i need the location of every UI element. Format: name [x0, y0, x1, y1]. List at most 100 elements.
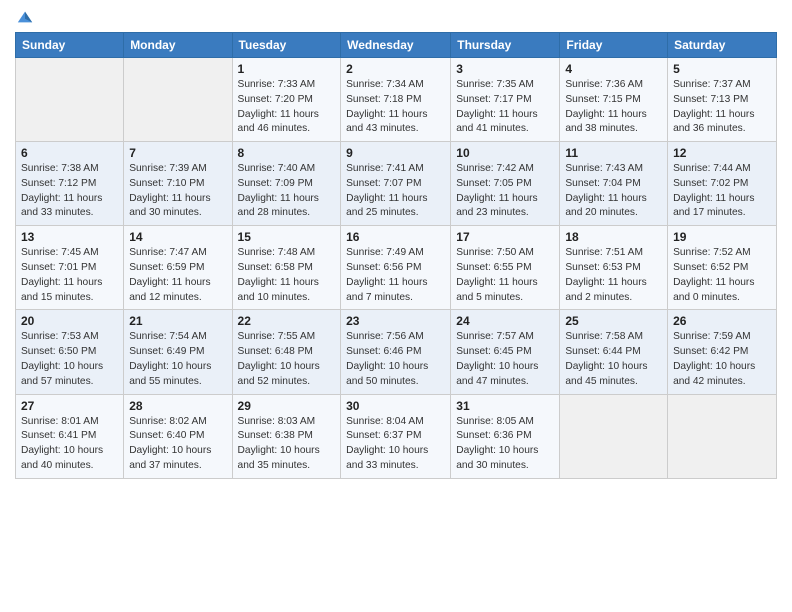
day-info: Sunrise: 7:44 AM Sunset: 7:02 PM Dayligh… [673, 162, 771, 221]
day-info: Sunrise: 7:33 AM Sunset: 7:20 PM Dayligh… [238, 78, 336, 137]
day-number: 18 [565, 230, 662, 244]
day-number: 2 [346, 62, 445, 76]
calendar-cell: 24 Sunrise: 7:57 AM Sunset: 6:45 PM Dayli… [451, 310, 560, 394]
calendar-body: 1 Sunrise: 7:33 AM Sunset: 7:20 PM Daylig… [16, 58, 777, 479]
calendar-table: SundayMondayTuesdayWednesdayThursdayFrid… [15, 32, 777, 479]
day-info: Sunrise: 7:40 AM Sunset: 7:09 PM Dayligh… [238, 162, 336, 221]
calendar-cell: 8Sunrise: 7:40 AM Sunset: 7:09 PM Daylig… [232, 142, 341, 226]
calendar-cell: 31 Sunrise: 8:05 AM Sunset: 6:36 PM Dayli… [451, 394, 560, 478]
calendar-cell: 16Sunrise: 7:49 AM Sunset: 6:56 PM Dayli… [341, 226, 451, 310]
day-number: 30 [346, 399, 445, 413]
day-number: 21 [129, 314, 226, 328]
calendar-cell: 25Sunrise: 7:58 AM Sunset: 6:44 PM Dayli… [560, 310, 668, 394]
day-number: 15 [238, 230, 336, 244]
calendar-cell: 13 Sunrise: 7:45 AM Sunset: 7:01 PM Dayli… [16, 226, 124, 310]
calendar-cell: 27 Sunrise: 8:01 AM Sunset: 6:41 PM Dayli… [16, 394, 124, 478]
day-number: 19 [673, 230, 771, 244]
day-of-week-header: Thursday [451, 33, 560, 58]
calendar-cell: 28Sunrise: 8:02 AM Sunset: 6:40 PM Dayli… [124, 394, 232, 478]
calendar-cell: 18 Sunrise: 7:51 AM Sunset: 6:53 PM Dayli… [560, 226, 668, 310]
day-number: 24 [456, 314, 554, 328]
day-number: 23 [346, 314, 445, 328]
day-number: 28 [129, 399, 226, 413]
day-info: Sunrise: 7:50 AM Sunset: 6:55 PM Dayligh… [456, 246, 554, 305]
calendar-cell: 9 Sunrise: 7:41 AM Sunset: 7:07 PM Daylig… [341, 142, 451, 226]
day-info: Sunrise: 7:49 AM Sunset: 6:56 PM Dayligh… [346, 246, 445, 305]
day-info: Sunrise: 7:45 AM Sunset: 7:01 PM Dayligh… [21, 246, 118, 305]
day-info: Sunrise: 7:56 AM Sunset: 6:46 PM Dayligh… [346, 330, 445, 389]
calendar-cell: 23 Sunrise: 7:56 AM Sunset: 6:46 PM Dayli… [341, 310, 451, 394]
day-number: 9 [346, 146, 445, 160]
day-info: Sunrise: 7:59 AM Sunset: 6:42 PM Dayligh… [673, 330, 771, 389]
day-info: Sunrise: 7:52 AM Sunset: 6:52 PM Dayligh… [673, 246, 771, 305]
day-of-week-header: Monday [124, 33, 232, 58]
calendar-week-row: 20 Sunrise: 7:53 AM Sunset: 6:50 PM Dayli… [16, 310, 777, 394]
page: SundayMondayTuesdayWednesdayThursdayFrid… [0, 0, 792, 612]
day-info: Sunrise: 8:01 AM Sunset: 6:41 PM Dayligh… [21, 415, 118, 474]
day-info: Sunrise: 8:03 AM Sunset: 6:38 PM Dayligh… [238, 415, 336, 474]
day-of-week-header: Sunday [16, 33, 124, 58]
day-number: 14 [129, 230, 226, 244]
day-info: Sunrise: 7:36 AM Sunset: 7:15 PM Dayligh… [565, 78, 662, 137]
day-number: 29 [238, 399, 336, 413]
day-number: 11 [565, 146, 662, 160]
day-number: 22 [238, 314, 336, 328]
calendar-cell: 12 Sunrise: 7:44 AM Sunset: 7:02 PM Dayli… [668, 142, 777, 226]
day-number: 6 [21, 146, 118, 160]
day-of-week-header: Saturday [668, 33, 777, 58]
day-info: Sunrise: 7:43 AM Sunset: 7:04 PM Dayligh… [565, 162, 662, 221]
day-number: 25 [565, 314, 662, 328]
calendar-header: SundayMondayTuesdayWednesdayThursdayFrid… [16, 33, 777, 58]
day-info: Sunrise: 7:38 AM Sunset: 7:12 PM Dayligh… [21, 162, 118, 221]
day-number: 27 [21, 399, 118, 413]
day-number: 3 [456, 62, 554, 76]
calendar-week-row: 6 Sunrise: 7:38 AM Sunset: 7:12 PM Daylig… [16, 142, 777, 226]
calendar-cell: 22 Sunrise: 7:55 AM Sunset: 6:48 PM Dayli… [232, 310, 341, 394]
calendar-cell: 4 Sunrise: 7:36 AM Sunset: 7:15 PM Daylig… [560, 58, 668, 142]
calendar-cell [16, 58, 124, 142]
day-info: Sunrise: 7:51 AM Sunset: 6:53 PM Dayligh… [565, 246, 662, 305]
day-info: Sunrise: 7:41 AM Sunset: 7:07 PM Dayligh… [346, 162, 445, 221]
calendar-cell [668, 394, 777, 478]
day-info: Sunrise: 7:37 AM Sunset: 7:13 PM Dayligh… [673, 78, 771, 137]
calendar-cell: 2 Sunrise: 7:34 AM Sunset: 7:18 PM Daylig… [341, 58, 451, 142]
day-number: 10 [456, 146, 554, 160]
day-info: Sunrise: 7:55 AM Sunset: 6:48 PM Dayligh… [238, 330, 336, 389]
day-of-week-header: Friday [560, 33, 668, 58]
day-info: Sunrise: 7:39 AM Sunset: 7:10 PM Dayligh… [129, 162, 226, 221]
calendar-week-row: 13 Sunrise: 7:45 AM Sunset: 7:01 PM Dayli… [16, 226, 777, 310]
day-info: Sunrise: 7:47 AM Sunset: 6:59 PM Dayligh… [129, 246, 226, 305]
day-info: Sunrise: 7:57 AM Sunset: 6:45 PM Dayligh… [456, 330, 554, 389]
day-number: 5 [673, 62, 771, 76]
calendar-cell: 20 Sunrise: 7:53 AM Sunset: 6:50 PM Dayli… [16, 310, 124, 394]
day-info: Sunrise: 8:05 AM Sunset: 6:36 PM Dayligh… [456, 415, 554, 474]
calendar-cell: 14 Sunrise: 7:47 AM Sunset: 6:59 PM Dayli… [124, 226, 232, 310]
calendar-cell [560, 394, 668, 478]
day-info: Sunrise: 7:42 AM Sunset: 7:05 PM Dayligh… [456, 162, 554, 221]
day-number: 4 [565, 62, 662, 76]
day-info: Sunrise: 7:34 AM Sunset: 7:18 PM Dayligh… [346, 78, 445, 137]
calendar-cell: 21Sunrise: 7:54 AM Sunset: 6:49 PM Dayli… [124, 310, 232, 394]
day-info: Sunrise: 7:48 AM Sunset: 6:58 PM Dayligh… [238, 246, 336, 305]
calendar-week-row: 27 Sunrise: 8:01 AM Sunset: 6:41 PM Dayli… [16, 394, 777, 478]
logo-icon [16, 8, 34, 26]
day-number: 17 [456, 230, 554, 244]
day-of-week-header: Wednesday [341, 33, 451, 58]
calendar-cell [124, 58, 232, 142]
day-number: 12 [673, 146, 771, 160]
day-number: 13 [21, 230, 118, 244]
calendar-cell: 7 Sunrise: 7:39 AM Sunset: 7:10 PM Daylig… [124, 142, 232, 226]
calendar-cell: 3 Sunrise: 7:35 AM Sunset: 7:17 PM Daylig… [451, 58, 560, 142]
calendar-week-row: 1 Sunrise: 7:33 AM Sunset: 7:20 PM Daylig… [16, 58, 777, 142]
day-info: Sunrise: 7:35 AM Sunset: 7:17 PM Dayligh… [456, 78, 554, 137]
calendar-cell: 10 Sunrise: 7:42 AM Sunset: 7:05 PM Dayli… [451, 142, 560, 226]
day-number: 7 [129, 146, 226, 160]
calendar-cell: 26Sunrise: 7:59 AM Sunset: 6:42 PM Dayli… [668, 310, 777, 394]
day-number: 1 [238, 62, 336, 76]
day-info: Sunrise: 8:04 AM Sunset: 6:37 PM Dayligh… [346, 415, 445, 474]
day-of-week-header: Tuesday [232, 33, 341, 58]
days-of-week-row: SundayMondayTuesdayWednesdayThursdayFrid… [16, 33, 777, 58]
day-number: 31 [456, 399, 554, 413]
day-info: Sunrise: 7:53 AM Sunset: 6:50 PM Dayligh… [21, 330, 118, 389]
day-number: 20 [21, 314, 118, 328]
